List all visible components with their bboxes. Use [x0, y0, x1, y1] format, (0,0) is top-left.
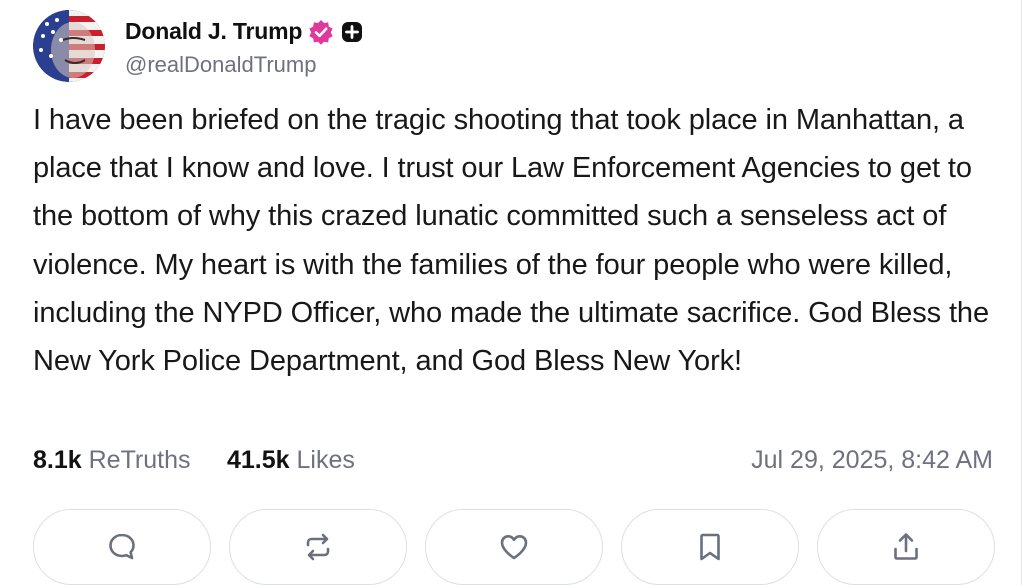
post-stats: 8.1k ReTruths 41.5k Likes Jul 29, 2025, … — [33, 446, 993, 480]
share-button[interactable] — [817, 509, 995, 585]
bookmark-button[interactable] — [621, 509, 799, 585]
post-text: I have been briefed on the tragic shooti… — [33, 104, 989, 378]
share-icon — [894, 533, 918, 560]
likes-stat[interactable]: 41.5k Likes — [227, 446, 355, 475]
likes-count: 41.5k — [227, 446, 290, 474]
verified-badge-icon — [308, 19, 334, 45]
avatar-image — [33, 10, 105, 82]
post-header: Donald J. Trump @realDonaldTrump — [33, 10, 933, 82]
post-card: Donald J. Trump @realDonaldTrump I have … — [0, 0, 1022, 585]
author-name-row: Donald J. Trump — [125, 18, 363, 45]
reply-button[interactable] — [33, 509, 211, 585]
retruths-label: ReTruths — [88, 446, 191, 474]
action-bar — [33, 509, 998, 585]
likes-label: Likes — [296, 446, 355, 474]
avatar[interactable] — [33, 10, 105, 82]
plus-badge-icon — [341, 21, 363, 43]
retruth-icon — [306, 533, 330, 561]
retruth-button[interactable] — [229, 509, 407, 585]
retruths-stat[interactable]: 8.1k ReTruths — [33, 446, 191, 475]
post-timestamp[interactable]: Jul 29, 2025, 8:42 AM — [751, 446, 993, 475]
author-handle[interactable]: @realDonaldTrump — [125, 52, 316, 78]
author-name[interactable]: Donald J. Trump — [125, 18, 302, 45]
retruths-count: 8.1k — [33, 446, 82, 474]
bookmark-icon — [700, 533, 720, 561]
like-button[interactable] — [425, 509, 603, 585]
reply-icon — [109, 533, 135, 560]
like-icon — [500, 535, 528, 560]
